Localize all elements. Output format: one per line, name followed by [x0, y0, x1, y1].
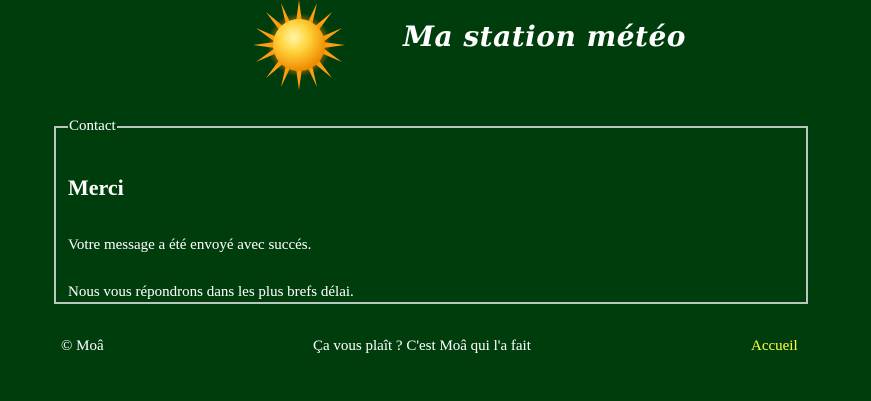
contact-fieldset: Contact Merci Votre message a été envoyé…: [54, 118, 808, 304]
message-sent-text: Votre message a été envoyé avec succés.: [68, 237, 312, 253]
contact-legend: Contact: [69, 118, 116, 134]
thanks-heading: Merci: [68, 175, 124, 200]
reply-notice-text: Nous vous répondrons dans les plus brefs…: [68, 284, 354, 300]
site-title: Ma station météo: [403, 20, 686, 53]
page-header: Ma station météo: [0, 0, 871, 100]
page-footer: © Moâ Ça vous plaît ? C'est Moâ qui l'a …: [0, 336, 871, 360]
copyright-text: © Moâ: [61, 338, 104, 354]
footer-tagline: Ça vous plaît ? C'est Moâ qui l'a fait: [313, 338, 531, 354]
home-link[interactable]: Accueil: [751, 338, 798, 355]
sun-icon: [253, 0, 345, 90]
